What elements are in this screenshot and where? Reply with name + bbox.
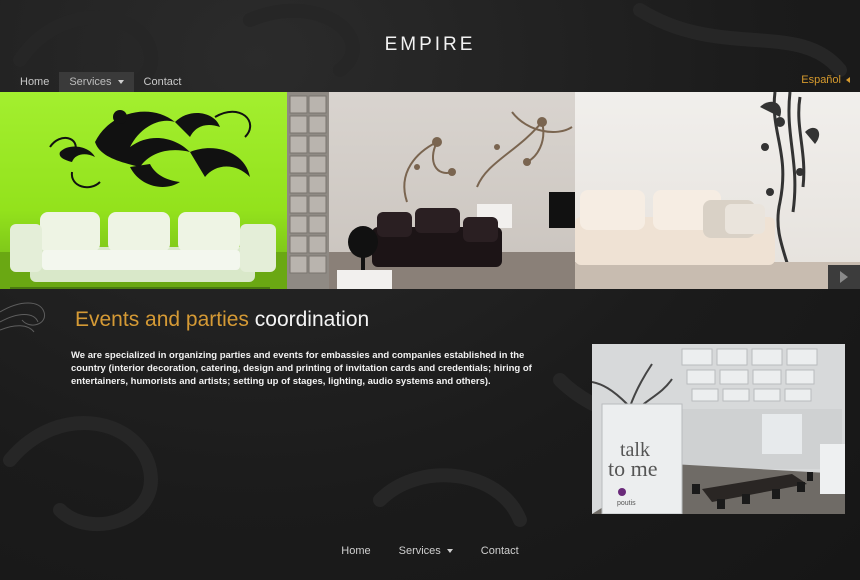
office-illustration: talk to me poutis	[592, 344, 845, 514]
brand-dot-icon	[618, 488, 626, 496]
footer-nav-home[interactable]: Home	[327, 541, 384, 561]
title-rest: coordination	[248, 308, 370, 331]
hero-image-green-room	[0, 92, 287, 289]
footer-nav-services-label: Services	[398, 545, 441, 557]
title-highlight: Events and parties	[75, 308, 249, 331]
page: EMPIRE Home Services Contact Español Eve…	[0, 0, 860, 580]
office-image: talk to me poutis	[592, 344, 845, 514]
arrow-left-icon	[846, 77, 850, 84]
nav-services[interactable]: Services	[59, 72, 134, 92]
hero-image-white-room	[575, 92, 860, 289]
language-label: Español	[801, 74, 841, 86]
top-nav: Home Services Contact	[10, 72, 191, 92]
footer-nav: Home Services Contact	[0, 541, 860, 561]
image-logo-text: poutis	[617, 500, 636, 507]
footer-nav-contact[interactable]: Contact	[467, 541, 533, 561]
hero-image-floral-room	[287, 92, 575, 289]
slideshow-next-button[interactable]	[828, 265, 860, 289]
image-text-tome: to me	[608, 456, 658, 481]
nav-home[interactable]: Home	[10, 72, 59, 92]
page-title: Events and parties coordination	[75, 308, 369, 332]
nav-contact[interactable]: Contact	[134, 72, 192, 92]
chevron-down-icon	[117, 80, 124, 85]
nav-services-label: Services	[69, 76, 112, 88]
description-text: We are specialized in organizing parties…	[71, 350, 532, 388]
language-switch[interactable]: Español	[801, 72, 850, 88]
green-room-illustration	[0, 110, 287, 289]
hero-slideshow	[0, 92, 860, 289]
footer-nav-services[interactable]: Services	[385, 541, 467, 561]
chevron-down-icon	[446, 549, 453, 554]
white-room-illustration	[575, 92, 860, 289]
site-logo[interactable]: EMPIRE	[0, 34, 860, 56]
floral-room-illustration	[287, 92, 575, 289]
